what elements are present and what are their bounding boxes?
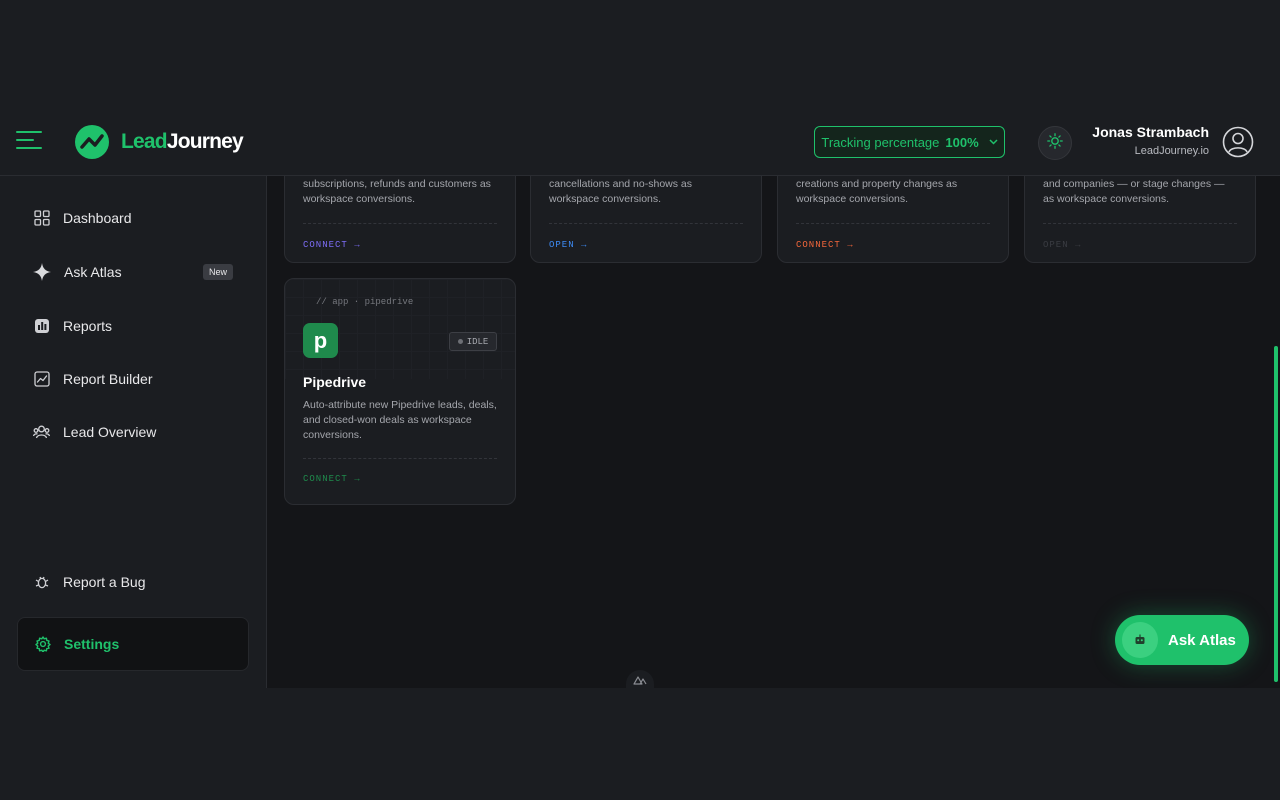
- sidebar-item-lead-overview[interactable]: Lead Overview: [17, 412, 249, 452]
- scrollbar[interactable]: [1272, 108, 1280, 688]
- connect-button[interactable]: CONNECT →: [796, 240, 854, 250]
- integration-card: subscriptions, refunds and customers as …: [284, 176, 516, 263]
- card-description: subscriptions, refunds and customers as …: [303, 178, 491, 205]
- sparkle-icon: [32, 262, 52, 282]
- user-domain: LeadJourney.io: [1134, 145, 1209, 157]
- nuxt-icon: [633, 672, 647, 688]
- card-description: cancellations and no-shows as workspace …: [549, 178, 693, 205]
- sidebar-item-label: Ask Atlas: [64, 264, 122, 280]
- brand-name-journey: Journey: [166, 130, 244, 153]
- sidebar-item-label: Dashboard: [63, 210, 132, 226]
- line-chart-icon: [33, 371, 50, 388]
- tracking-value: 100%: [945, 134, 979, 150]
- action-label: OPEN: [1043, 240, 1069, 250]
- card-divider: [303, 223, 497, 224]
- brand-name: LeadJourney: [121, 130, 244, 154]
- user-avatar-icon: [1222, 126, 1254, 162]
- integration-card: cancellations and no-shows as workspace …: [530, 176, 762, 263]
- sidebar-item-ask-atlas[interactable]: Ask Atlas New: [17, 252, 249, 292]
- top-bar: LeadJourney Tracking percentage 100% Jon…: [0, 108, 1280, 176]
- user-info: Jonas Strambach LeadJourney.io: [1092, 124, 1209, 157]
- arrow-right-icon: →: [1075, 240, 1082, 250]
- sidebar-item-label: Reports: [63, 318, 113, 334]
- arrow-right-icon: →: [847, 240, 854, 250]
- sidebar: Dashboard Ask Atlas New Reports Report B…: [0, 176, 267, 688]
- app-window: LeadJourney Tracking percentage 100% Jon…: [0, 108, 1280, 688]
- card-divider: [549, 223, 743, 224]
- user-name: Jonas Strambach: [1092, 124, 1209, 140]
- card-divider: [796, 223, 990, 224]
- card-title: Pipedrive: [303, 374, 367, 390]
- robot-icon: [1122, 622, 1158, 658]
- integration-card: creations and property changes as worksp…: [777, 176, 1009, 263]
- action-label: OPEN: [549, 240, 575, 250]
- action-label: CONNECT: [796, 240, 841, 250]
- action-label: CONNECT: [303, 240, 348, 250]
- new-badge: New: [202, 264, 233, 280]
- card-description: creations and property changes as worksp…: [796, 178, 958, 205]
- arrow-right-icon: →: [581, 240, 588, 250]
- sidebar-item-dashboard[interactable]: Dashboard: [17, 198, 249, 238]
- sidebar-item-settings[interactable]: Settings: [17, 617, 249, 671]
- card-divider: [1043, 223, 1237, 224]
- app-path: // app · pipedrive: [316, 297, 414, 307]
- logo-mark-icon: [75, 125, 109, 159]
- grid-icon: [33, 210, 50, 227]
- card-description: and companies — or stage changes — as wo…: [1043, 178, 1225, 205]
- sun-icon: [1047, 132, 1063, 154]
- ask-atlas-fab[interactable]: Ask Atlas: [1115, 615, 1249, 665]
- theme-toggle-button[interactable]: [1038, 126, 1072, 160]
- tracking-label: Tracking percentage: [821, 134, 940, 150]
- users-icon: [33, 424, 50, 441]
- brand-name-lead: Lead: [121, 130, 168, 153]
- sidebar-item-report-builder[interactable]: Report Builder: [17, 359, 249, 399]
- open-button[interactable]: OPEN →: [549, 240, 587, 250]
- card-divider: [303, 458, 497, 459]
- sidebar-item-reports[interactable]: Reports: [17, 306, 249, 346]
- open-button[interactable]: OPEN →: [1043, 240, 1081, 250]
- status-badge: IDLE: [449, 332, 497, 351]
- scrollbar-thumb[interactable]: [1274, 346, 1278, 682]
- integrations-grid: subscriptions, refunds and customers as …: [267, 176, 1272, 688]
- connect-button[interactable]: CONNECT →: [303, 474, 361, 484]
- pipedrive-logo-icon: p: [303, 323, 338, 358]
- pipedrive-card: // app · pipedrive p IDLE Pipedrive Auto…: [284, 278, 516, 505]
- sidebar-item-label: Lead Overview: [63, 424, 157, 440]
- sidebar-item-label: Report a Bug: [63, 574, 146, 590]
- bar-chart-icon: [33, 318, 50, 335]
- menu-toggle-icon[interactable]: [16, 131, 42, 151]
- integration-card: and companies — or stage changes — as wo…: [1024, 176, 1256, 263]
- sidebar-item-label: Settings: [64, 636, 120, 652]
- arrow-right-icon: →: [354, 474, 361, 484]
- bug-icon: [33, 574, 50, 591]
- sidebar-item-report-bug[interactable]: Report a Bug: [17, 562, 249, 602]
- tracking-percentage-dropdown[interactable]: Tracking percentage 100%: [814, 126, 1005, 158]
- status-dot-icon: [457, 339, 463, 344]
- sidebar-item-label: Report Builder: [63, 371, 153, 387]
- action-label: CONNECT: [303, 474, 348, 484]
- connect-button[interactable]: CONNECT →: [303, 240, 361, 250]
- fab-label: Ask Atlas: [1168, 631, 1236, 649]
- chevron-down-icon: [989, 137, 998, 147]
- card-description: Auto-attribute new Pipedrive leads, deal…: [303, 399, 497, 441]
- brand-logo[interactable]: LeadJourney: [75, 125, 244, 159]
- arrow-right-icon: →: [354, 240, 361, 250]
- status-label: IDLE: [466, 336, 489, 347]
- gear-icon: [34, 636, 51, 653]
- avatar[interactable]: [1222, 126, 1254, 158]
